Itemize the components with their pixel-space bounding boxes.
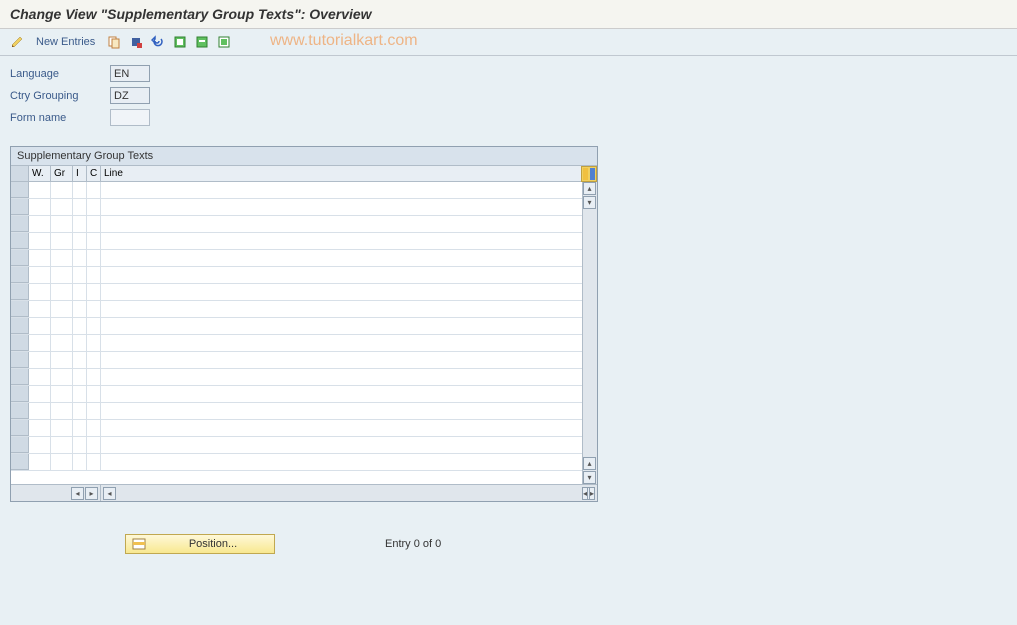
table-container: Supplementary Group Texts W. Gr I C Line…	[10, 146, 598, 502]
ctry-grouping-input[interactable]	[110, 87, 150, 104]
position-icon	[130, 535, 148, 553]
form-row-ctry-grouping: Ctry Grouping	[10, 86, 1007, 105]
new-entries-button[interactable]: New Entries	[30, 34, 101, 50]
hscroll-fixed: ◂ ▸	[11, 485, 101, 501]
form-area: Language Ctry Grouping Form name	[0, 56, 1017, 138]
form-name-label: Form name	[10, 112, 110, 124]
table-row[interactable]	[11, 267, 597, 284]
language-label: Language	[10, 68, 110, 80]
table-row[interactable]	[11, 250, 597, 267]
table-row[interactable]	[11, 369, 597, 386]
scroll-up-icon[interactable]: ▴	[583, 182, 596, 195]
column-i[interactable]: I	[73, 166, 87, 181]
table-row[interactable]	[11, 301, 597, 318]
table-row[interactable]	[11, 454, 597, 471]
table-row[interactable]	[11, 318, 597, 335]
column-line[interactable]: Line	[101, 166, 597, 181]
ctry-grouping-label: Ctry Grouping	[10, 90, 110, 102]
column-w[interactable]: W.	[29, 166, 51, 181]
hscroll-main[interactable]: ◂ ◂ ▸	[101, 485, 597, 501]
undo-icon[interactable]	[149, 33, 167, 51]
table-row[interactable]	[11, 420, 597, 437]
table-row[interactable]	[11, 233, 597, 250]
scroll-left2-icon[interactable]: ◂	[582, 487, 588, 500]
page-title: Change View "Supplementary Group Texts":…	[0, 0, 1017, 29]
table-row[interactable]	[11, 284, 597, 301]
scroll-left-icon[interactable]: ◂	[103, 487, 116, 500]
select-block-icon[interactable]	[193, 33, 211, 51]
table-config-icon[interactable]	[581, 166, 597, 182]
scroll-down2-icon[interactable]: ▾	[583, 471, 596, 484]
watermark-text: www.tutorialkart.com	[270, 32, 418, 50]
table-body: ▴ ▾ ▴ ▾	[11, 182, 597, 484]
copy-icon[interactable]	[105, 33, 123, 51]
position-label: Position...	[152, 538, 274, 550]
table-row[interactable]	[11, 437, 597, 454]
form-name-input[interactable]	[110, 109, 150, 126]
position-button[interactable]: Position...	[125, 534, 275, 554]
language-input[interactable]	[110, 65, 150, 82]
table-title: Supplementary Group Texts	[11, 147, 597, 166]
footer: Position... Entry 0 of 0	[0, 526, 1017, 562]
table-row[interactable]	[11, 335, 597, 352]
table-row[interactable]	[11, 216, 597, 233]
select-all-icon[interactable]	[171, 33, 189, 51]
table-row[interactable]	[11, 352, 597, 369]
toolbar: New Entries www.tutorialkart.com	[0, 29, 1017, 56]
table-header: W. Gr I C Line	[11, 166, 597, 182]
column-gr[interactable]: Gr	[51, 166, 73, 181]
table-row[interactable]	[11, 386, 597, 403]
vertical-scrollbar[interactable]: ▴ ▾ ▴ ▾	[582, 182, 597, 484]
delete-icon[interactable]	[127, 33, 145, 51]
form-row-language: Language	[10, 64, 1007, 83]
deselect-all-icon[interactable]	[215, 33, 233, 51]
scroll-down-icon[interactable]: ▾	[583, 196, 596, 209]
table-row[interactable]	[11, 182, 597, 199]
table-row[interactable]	[11, 403, 597, 420]
select-all-column[interactable]	[11, 166, 29, 181]
scroll-up2-icon[interactable]: ▴	[583, 457, 596, 470]
entry-info: Entry 0 of 0	[385, 538, 441, 550]
scroll-left-fixed-icon[interactable]: ◂	[71, 487, 84, 500]
toggle-change-icon[interactable]	[8, 33, 26, 51]
form-row-form-name: Form name	[10, 108, 1007, 127]
horizontal-scrollbar: ◂ ▸ ◂ ◂ ▸	[11, 484, 597, 501]
column-c[interactable]: C	[87, 166, 101, 181]
table-row[interactable]	[11, 199, 597, 216]
scroll-right-icon[interactable]: ▸	[589, 487, 595, 500]
scroll-right-fixed-icon[interactable]: ▸	[85, 487, 98, 500]
